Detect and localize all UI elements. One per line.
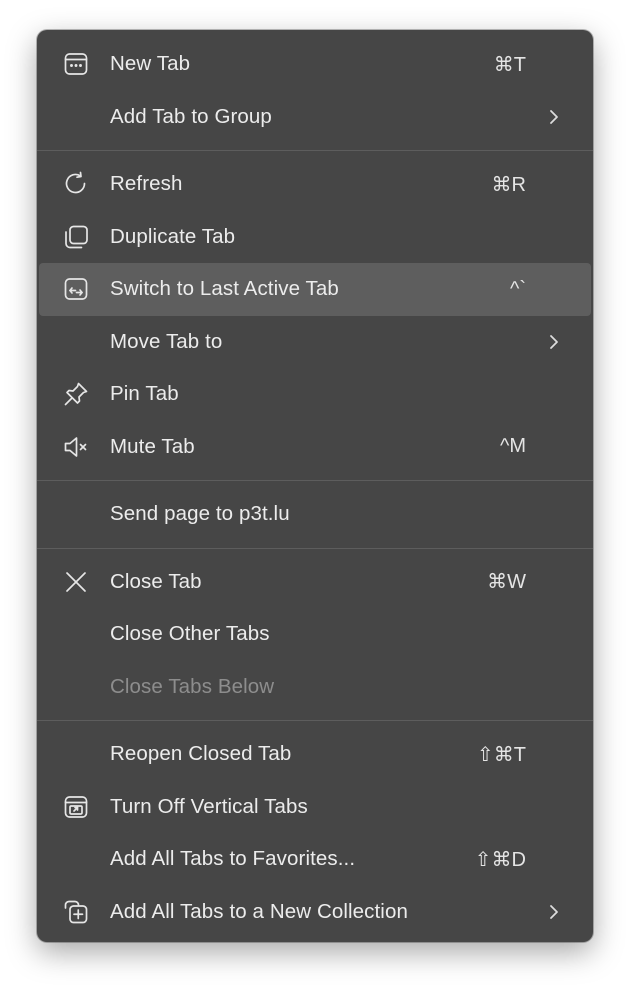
menu-item-label: New Tab <box>110 52 191 76</box>
menu-item-reopen-closed-tab[interactable]: Reopen Closed Tab ⇧⌘T <box>39 728 591 781</box>
menu-item-label: Add All Tabs to a New Collection <box>110 899 408 923</box>
shortcut-text: ⌘W <box>487 571 526 594</box>
shortcut-text: ^M <box>499 435 526 458</box>
menu-item-refresh[interactable]: Refresh ⌘R <box>39 158 591 211</box>
menu-item-label: Close Tabs Below <box>110 674 275 698</box>
menu-item-switch-last-active-tab[interactable]: Switch to Last Active Tab ^` <box>39 263 591 316</box>
menu-item-duplicate-tab[interactable]: Duplicate Tab <box>39 211 591 264</box>
shortcut-text: ⌘R <box>491 173 526 196</box>
duplicate-icon <box>61 222 91 252</box>
menu-item-close-tab[interactable]: Close Tab ⌘W <box>39 556 591 609</box>
menu-item-label: Close Other Tabs <box>110 622 270 646</box>
menu-item-move-tab-to[interactable]: Move Tab to <box>39 316 591 369</box>
menu-separator <box>37 720 593 721</box>
menu-separator <box>37 480 593 481</box>
menu-item-new-tab[interactable]: New Tab ⌘T <box>39 38 591 91</box>
menu-item-label: Pin Tab <box>110 382 179 406</box>
chevron-right-icon <box>547 108 561 126</box>
pin-icon <box>61 379 91 409</box>
menu-item-send-page[interactable]: Send page to p3t.lu <box>39 488 591 541</box>
menu-item-label: Move Tab to <box>110 329 223 353</box>
shortcut-text: ⇧⌘T <box>477 743 526 766</box>
switch-tab-icon <box>61 274 91 304</box>
menu-item-add-all-to-collection[interactable]: Add All Tabs to a New Collection <box>39 886 591 939</box>
menu-item-pin-tab[interactable]: Pin Tab <box>39 368 591 421</box>
menu-item-label: Duplicate Tab <box>110 224 236 248</box>
collection-add-icon <box>61 897 91 927</box>
menu-item-label: Close Tab <box>110 569 202 593</box>
menu-item-label: Add Tab to Group <box>110 104 272 128</box>
mute-icon <box>61 432 91 462</box>
menu-item-label: Turn Off Vertical Tabs <box>110 794 308 818</box>
menu-item-mute-tab[interactable]: Mute Tab ^M <box>39 421 591 474</box>
menu-item-turn-off-vertical-tabs[interactable]: Turn Off Vertical Tabs <box>39 781 591 834</box>
menu-item-add-all-to-favorites[interactable]: Add All Tabs to Favorites... ⇧⌘D <box>39 833 591 886</box>
menu-separator <box>37 150 593 151</box>
new-tab-icon <box>61 49 91 79</box>
vertical-tabs-icon <box>61 792 91 822</box>
menu-item-close-tabs-below: Close Tabs Below <box>39 661 591 714</box>
menu-item-add-tab-to-group[interactable]: Add Tab to Group <box>39 91 591 144</box>
menu-item-label: Switch to Last Active Tab <box>110 277 339 301</box>
menu-item-label: Send page to p3t.lu <box>110 502 290 526</box>
close-icon <box>61 567 91 597</box>
menu-item-close-other-tabs[interactable]: Close Other Tabs <box>39 608 591 661</box>
menu-item-label: Mute Tab <box>110 434 195 458</box>
shortcut-text: ⌘T <box>493 53 526 76</box>
chevron-right-icon <box>547 333 561 351</box>
refresh-icon <box>61 169 91 199</box>
menu-separator <box>37 547 593 549</box>
shortcut-text: ^` <box>509 277 526 300</box>
menu-item-label: Refresh <box>110 172 183 196</box>
menu-item-label: Reopen Closed Tab <box>110 742 292 766</box>
chevron-right-icon <box>547 903 561 921</box>
context-menu: New Tab ⌘T Add Tab to Group Refresh ⌘R D… <box>37 30 593 942</box>
menu-item-label: Add All Tabs to Favorites... <box>110 847 356 871</box>
shortcut-text: ⇧⌘D <box>474 848 526 871</box>
